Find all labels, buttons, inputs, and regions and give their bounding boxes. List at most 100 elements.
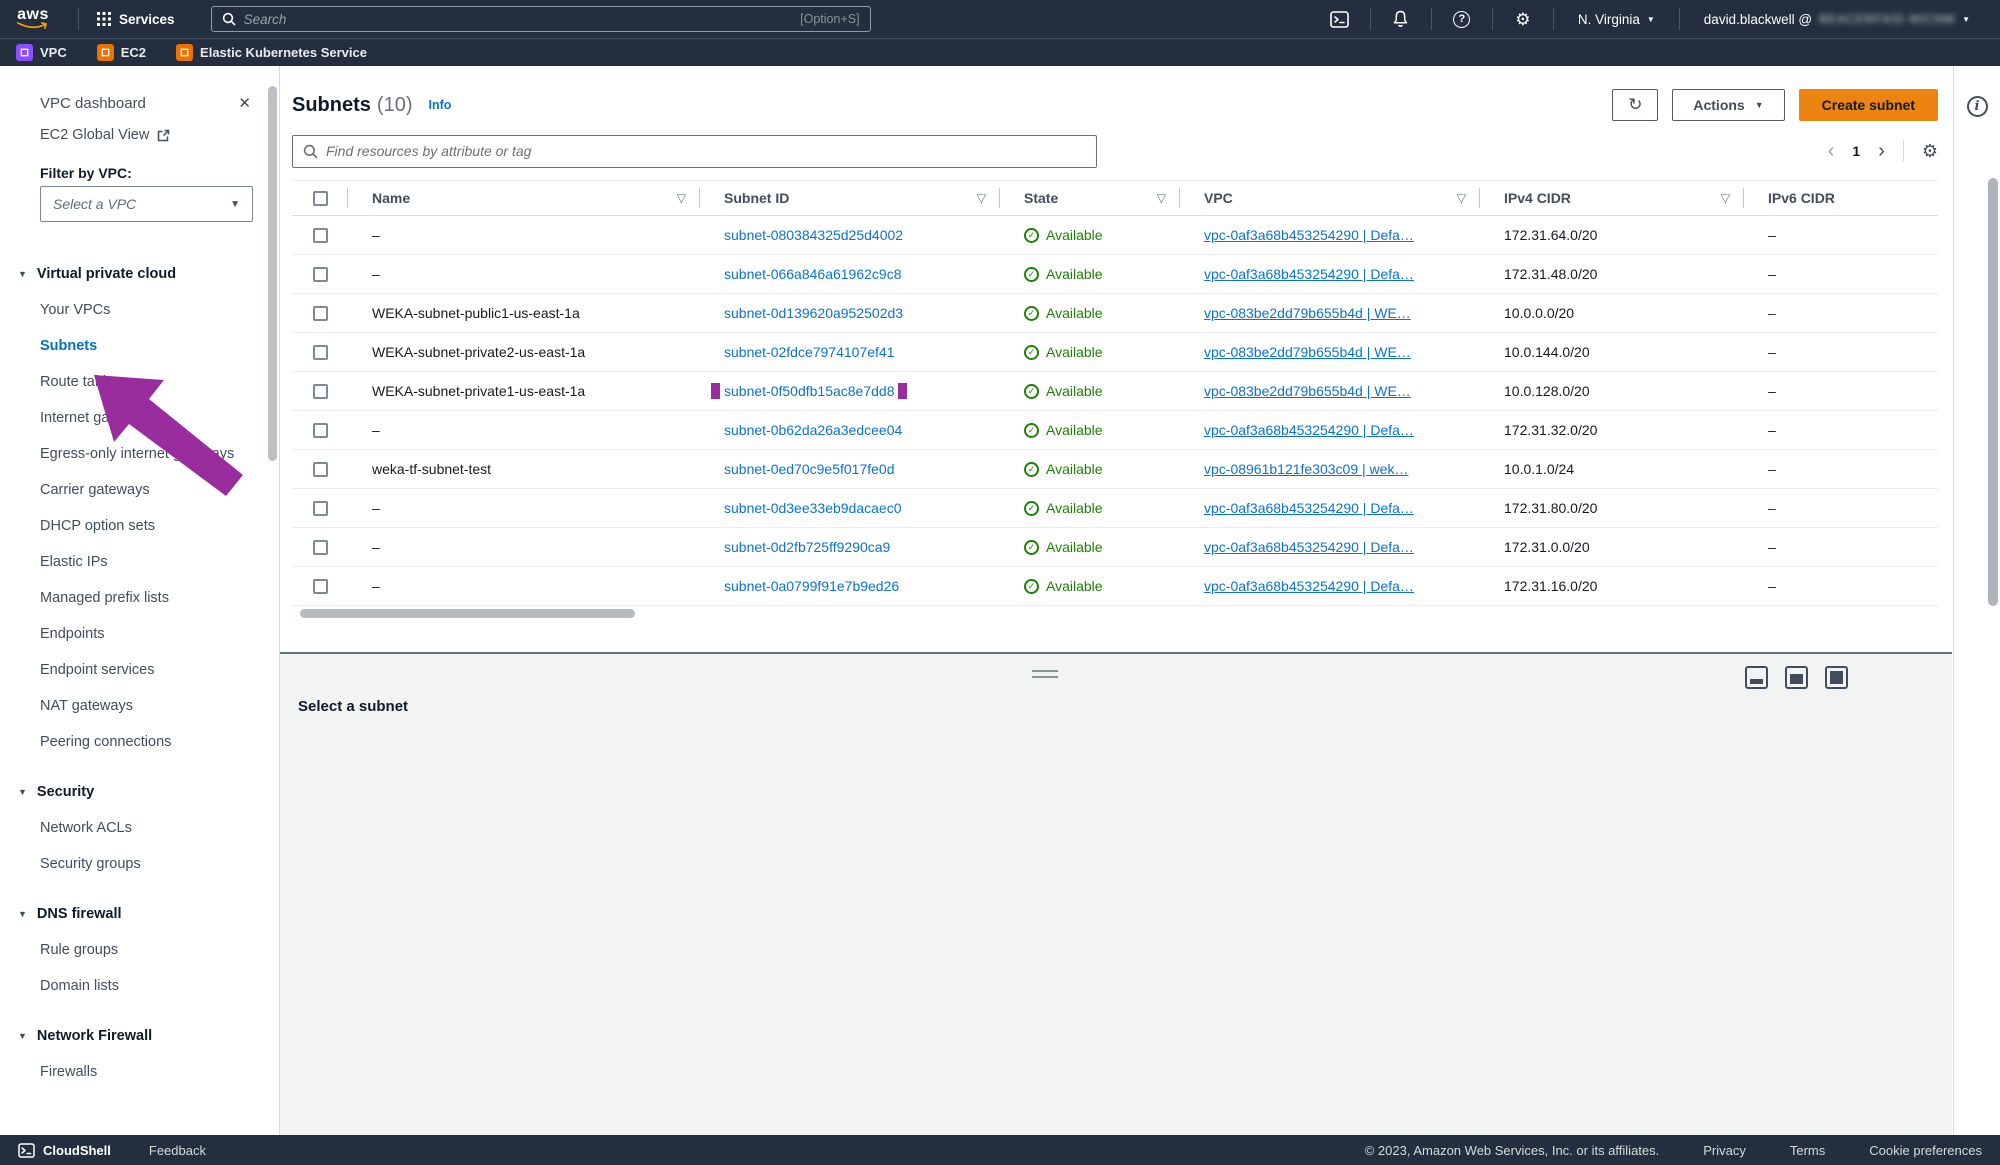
favorites-item-ec2[interactable]: EC2 [97,44,146,61]
refresh-button[interactable]: ↻ [1612,89,1658,121]
previous-page-button[interactable]: ‹ [1828,141,1835,161]
row-checkbox[interactable] [313,579,328,594]
sort-icon[interactable]: ▽ [677,191,686,205]
vertical-scrollbar[interactable] [1988,178,1998,606]
feedback-link[interactable]: Feedback [149,1143,206,1158]
column-header-subnet-id[interactable]: Subnet ID▽ [700,181,1000,215]
table-preferences-gear-icon[interactable]: ⚙ [1922,141,1938,162]
subnet-id-link[interactable]: subnet-0a0799f91e7b9ed26 [724,578,899,594]
row-checkbox[interactable] [313,228,328,243]
sort-icon[interactable]: ▽ [1457,191,1466,205]
subnet-id-link[interactable]: subnet-0ed70c9e5f017fe0d [724,461,894,477]
favorites-item-vpc[interactable]: VPC [16,44,67,61]
column-header-ipv6-cidr[interactable]: IPv6 CIDR [1744,181,1938,215]
privacy-link[interactable]: Privacy [1703,1143,1746,1158]
horizontal-scrollbar[interactable] [300,609,635,618]
sidebar-item-endpoint-services[interactable]: Endpoint services [0,652,279,688]
sidebar-item-your-vpcs[interactable]: Your VPCs [0,292,279,328]
sidebar-item-security-groups[interactable]: Security groups [0,846,279,882]
region-selector[interactable]: N. Virginia ▼ [1564,12,1669,27]
sidebar-item-peering-connections[interactable]: Peering connections [0,724,279,760]
split-panel-drag-handle[interactable] [1032,670,1058,678]
services-menu-button[interactable]: Services [89,12,183,27]
info-panel-icon[interactable]: i [1967,96,1988,117]
sidebar-item-carrier-gateways[interactable]: Carrier gateways [0,472,279,508]
sidebar-item-domain-lists[interactable]: Domain lists [0,968,279,1004]
subnet-id-link[interactable]: subnet-0d3ee33eb9dacaec0 [724,500,902,516]
sort-icon[interactable]: ▽ [1157,191,1166,205]
sidebar-scrollbar[interactable] [268,86,277,461]
actions-button[interactable]: Actions ▼ [1672,89,1784,121]
create-subnet-button[interactable]: Create subnet [1799,89,1938,121]
sidebar-item-firewalls[interactable]: Firewalls [0,1054,279,1090]
sidebar-section-virtual-private-cloud[interactable]: ▼Virtual private cloud [0,256,279,292]
cloudshell-button[interactable] [1320,11,1360,28]
vpc-link[interactable]: vpc-0af3a68b453254290 | Defa… [1204,266,1414,282]
sort-icon[interactable]: ▽ [1721,191,1730,205]
panel-layout-half-icon[interactable] [1785,666,1808,689]
sidebar-item-route-tables[interactable]: Route tables [0,364,279,400]
subnet-id-link[interactable]: subnet-066a846a61962c9c8 [724,266,902,282]
notifications-button[interactable] [1381,10,1421,28]
row-checkbox[interactable] [313,501,328,516]
subnet-id-link[interactable]: subnet-0d139620a952502d3 [724,305,903,321]
sidebar-item-network-acls[interactable]: Network ACLs [0,810,279,846]
row-checkbox[interactable] [313,462,328,477]
sidebar-section-security[interactable]: ▼Security [0,774,279,810]
row-checkbox[interactable] [313,267,328,282]
sidebar-item-endpoints[interactable]: Endpoints [0,616,279,652]
subnet-id-link[interactable]: subnet-0d2fb725ff9290ca9 [724,539,890,555]
sidebar-item-rule-groups[interactable]: Rule groups [0,932,279,968]
vpc-link[interactable]: vpc-083be2dd79b655b4d | WE… [1204,383,1411,399]
next-page-button[interactable]: › [1878,141,1885,161]
info-link[interactable]: Info [428,98,451,112]
subnet-id-link[interactable]: subnet-02fdce7974107ef41 [724,344,894,360]
row-checkbox[interactable] [313,306,328,321]
vpc-link[interactable]: vpc-083be2dd79b655b4d | WE… [1204,344,1411,360]
select-vpc-dropdown[interactable]: Select a VPC ▼ [40,186,253,222]
resource-filter-input[interactable] [326,143,1086,159]
select-all-checkbox[interactable] [313,191,328,206]
vpc-link[interactable]: vpc-0af3a68b453254290 | Defa… [1204,578,1414,594]
account-menu[interactable]: david.blackwell @ BEACERFAID MICNM ▼ [1690,12,1984,27]
column-header-name[interactable]: Name▽ [348,181,700,215]
terms-link[interactable]: Terms [1790,1143,1825,1158]
panel-layout-full-icon[interactable] [1825,666,1848,689]
panel-layout-bottom-icon[interactable] [1745,666,1768,689]
sidebar-item-ec2-global-view[interactable]: EC2 Global View [40,118,251,152]
help-button[interactable]: ? [1442,11,1482,28]
page-number[interactable]: 1 [1852,143,1860,159]
sidebar-item-nat-gateways[interactable]: NAT gateways [0,688,279,724]
favorites-item-elastic-kubernetes-service[interactable]: Elastic Kubernetes Service [176,44,367,61]
settings-button[interactable]: ⚙ [1503,11,1543,28]
sidebar-item-subnets[interactable]: Subnets [0,328,279,364]
sidebar-item-internet-gateways[interactable]: Internet gateways [0,400,279,436]
column-header-ipv4-cidr[interactable]: IPv4 CIDR▽ [1480,181,1744,215]
cookie-preferences-link[interactable]: Cookie preferences [1869,1143,1982,1158]
sidebar-title-vpc-dashboard[interactable]: VPC dashboard [40,95,146,112]
row-checkbox[interactable] [313,423,328,438]
sidebar-section-network-firewall[interactable]: ▼Network Firewall [0,1018,279,1054]
vpc-link[interactable]: vpc-0af3a68b453254290 | Defa… [1204,422,1414,438]
resource-filter-box[interactable] [292,135,1097,168]
subnet-id-link[interactable]: subnet-0f50dfb15ac8e7dd8 [724,383,894,399]
global-search-box[interactable]: [Option+S] [211,6,871,32]
subnet-id-link[interactable]: subnet-0b62da26a3edcee04 [724,422,902,438]
sidebar-item-managed-prefix-lists[interactable]: Managed prefix lists [0,580,279,616]
row-checkbox[interactable] [313,540,328,555]
sort-icon[interactable]: ▽ [977,191,986,205]
column-header-vpc[interactable]: VPC▽ [1180,181,1480,215]
row-checkbox[interactable] [313,384,328,399]
vpc-link[interactable]: vpc-08961b121fe303c09 | wek… [1204,461,1408,477]
sidebar-section-dns-firewall[interactable]: ▼DNS firewall [0,896,279,932]
sidebar-item-egress-only-internet-gateways[interactable]: Egress-only internet gateways [0,436,279,472]
aws-logo[interactable]: aws [16,8,50,30]
vpc-link[interactable]: vpc-0af3a68b453254290 | Defa… [1204,539,1414,555]
vpc-link[interactable]: vpc-083be2dd79b655b4d | WE… [1204,305,1411,321]
cloudshell-footer-button[interactable]: CloudShell [18,1143,111,1158]
global-search-input[interactable] [244,12,793,27]
sidebar-item-dhcp-option-sets[interactable]: DHCP option sets [0,508,279,544]
subnet-id-link[interactable]: subnet-080384325d25d4002 [724,227,903,243]
vpc-link[interactable]: vpc-0af3a68b453254290 | Defa… [1204,227,1414,243]
vpc-link[interactable]: vpc-0af3a68b453254290 | Defa… [1204,500,1414,516]
